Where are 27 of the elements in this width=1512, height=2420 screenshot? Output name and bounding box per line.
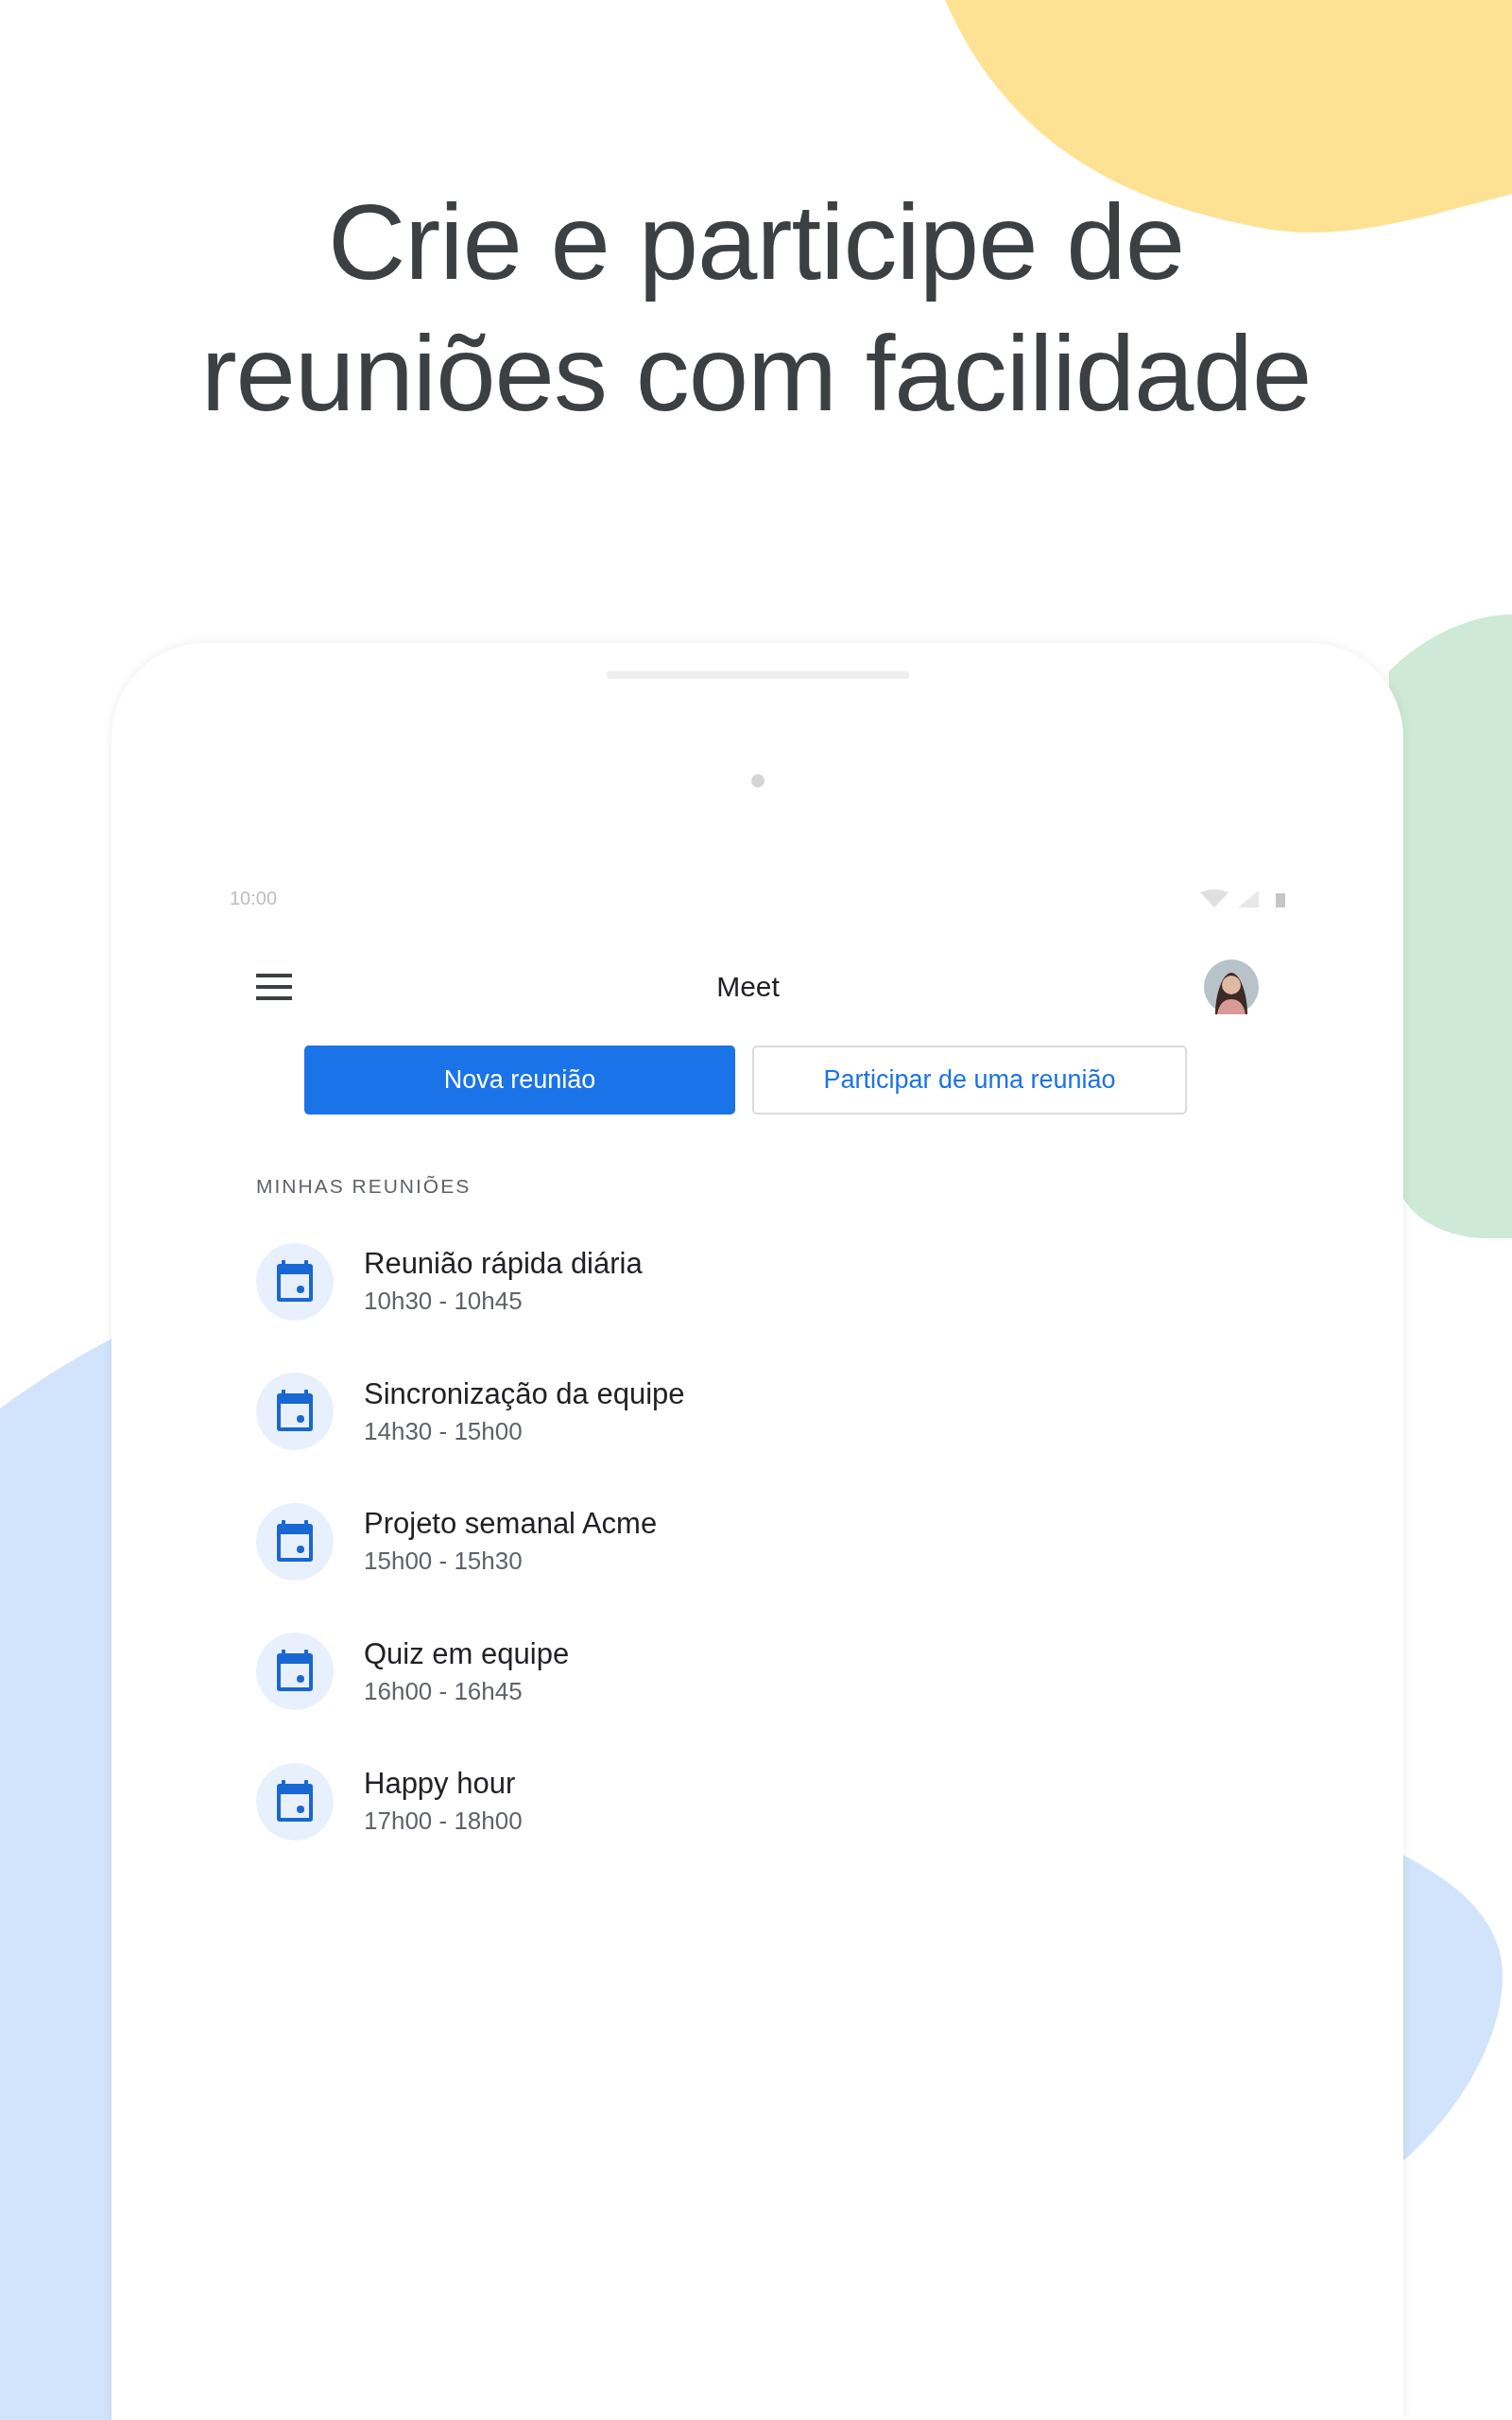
meeting-title[interactable]: Projeto semanal Acme — [364, 1507, 658, 1542]
wifi-icon — [1200, 889, 1228, 908]
headline: Crie e participe de — [326, 181, 1186, 303]
meeting-time: 14h30 - 15h00 — [364, 1416, 523, 1446]
app-title: Meet — [716, 971, 780, 1003]
avatar[interactable] — [1204, 959, 1259, 1014]
meeting-title[interactable]: Reunião rápida diária — [364, 1247, 643, 1282]
calendar-icon — [256, 1633, 334, 1711]
section-title: MINHAS REUNIÕES — [256, 1175, 472, 1198]
meeting-button[interactable]: Participar de uma reunião — [752, 1046, 1187, 1115]
meeting-time: 10h30 - 10h45 — [364, 1287, 523, 1317]
calendar-icon — [256, 1762, 334, 1841]
meeting-time: 17h00 - 18h00 — [364, 1806, 523, 1837]
meeting-time: 16h00 - 16h45 — [364, 1676, 523, 1706]
calendar-icon — [256, 1242, 334, 1321]
battery-icon — [1276, 893, 1285, 908]
meeting-title[interactable]: Quiz em equipe — [364, 1636, 570, 1671]
calendar-icon — [256, 1373, 334, 1451]
meeting-title[interactable]: Sincronização da equipe — [364, 1376, 685, 1411]
headline: reuniões com facilidade — [199, 312, 1313, 435]
status-time: 10:00 — [230, 887, 278, 909]
camera-dot — [750, 774, 765, 787]
calendar-icon — [256, 1502, 334, 1581]
menu-icon[interactable] — [256, 974, 292, 1000]
meeting-button[interactable]: Nova reunião — [304, 1046, 735, 1115]
meeting-time: 15h00 - 15h30 — [364, 1547, 523, 1577]
meeting-title[interactable]: Happy hour — [364, 1767, 516, 1802]
